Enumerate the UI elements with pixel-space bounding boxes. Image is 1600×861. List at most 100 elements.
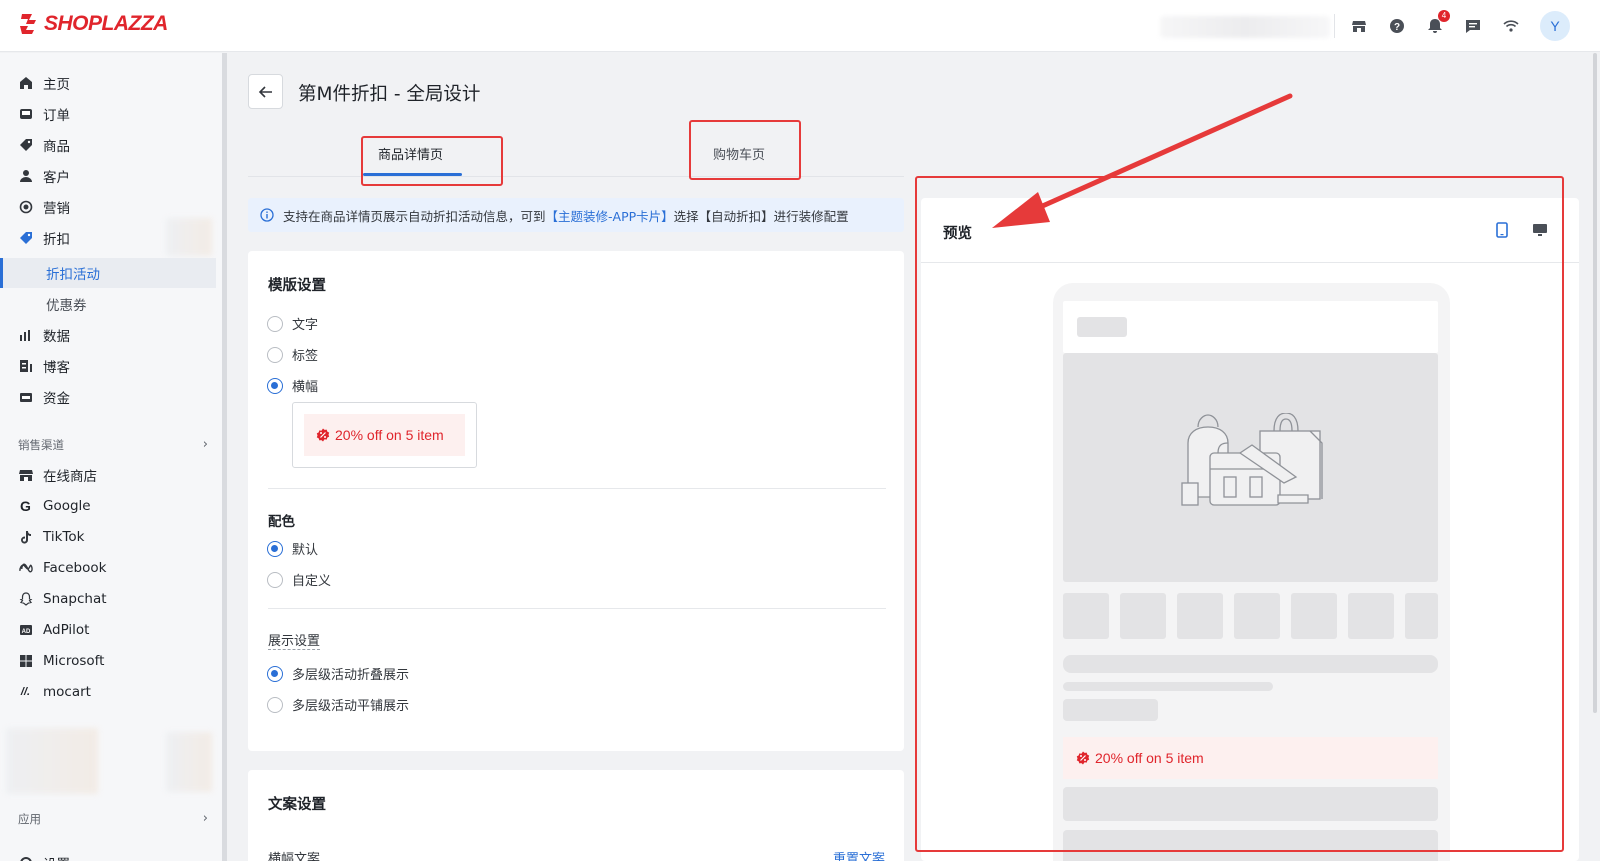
- thumbnail-placeholder: [1405, 593, 1438, 639]
- sidebar-item-coupons[interactable]: 优惠券: [0, 289, 216, 319]
- back-button[interactable]: [248, 74, 283, 109]
- sidebar-item-analytics[interactable]: 数据: [0, 320, 216, 350]
- sales-channels-header[interactable]: 销售渠道 ›: [18, 437, 208, 453]
- sidebar-item-label: 订单: [43, 108, 70, 124]
- logo-mark-icon: [20, 14, 36, 34]
- radio-display-collapsed[interactable]: 多层级活动折叠展示: [267, 664, 409, 683]
- thumbnail-placeholder: [1177, 593, 1223, 639]
- wifi-icon[interactable]: [1500, 15, 1522, 37]
- discount-badge-icon: [1076, 751, 1090, 765]
- radio-circle[interactable]: [267, 696, 283, 713]
- blurred-region: [6, 728, 98, 794]
- sidebar-item-customers[interactable]: 客户: [0, 161, 216, 191]
- discount-icon: [18, 231, 33, 246]
- sidebar-item-blog[interactable]: 博客: [0, 351, 216, 381]
- radio-circle-checked[interactable]: [267, 665, 283, 682]
- desktop-view-icon[interactable]: [1530, 220, 1550, 240]
- active-tab-indicator: [363, 173, 462, 176]
- blurred-region: [166, 732, 212, 792]
- discount-badge-icon: [316, 428, 330, 442]
- preview-promo-banner: 20% off on 5 item: [1063, 737, 1438, 779]
- sidebar-item-label: 在线商店: [43, 469, 97, 485]
- template-settings-title: 模版设置: [268, 278, 326, 294]
- chevron-right-icon: ›: [202, 437, 208, 452]
- target-icon: [18, 200, 33, 215]
- sidebar-item-snapchat[interactable]: Snapchat: [0, 584, 216, 614]
- sidebar-item-finance[interactable]: 资金: [0, 382, 216, 412]
- thumbnail-placeholder: [1120, 593, 1166, 639]
- sidebar-item-products[interactable]: 商品: [0, 130, 216, 160]
- radio-text[interactable]: 文字: [267, 314, 318, 333]
- sidebar-item-google[interactable]: G Google: [0, 491, 216, 521]
- annotation-arrow-icon: [992, 93, 1293, 228]
- sidebar-item-tiktok[interactable]: TikTok: [0, 522, 216, 552]
- sidebar-item-label: TikTok: [43, 529, 85, 545]
- microsoft-icon: [18, 654, 33, 669]
- snapchat-icon: [18, 592, 33, 607]
- info-banner: 支持在商品详情页展示自动折扣活动信息，可到【主题装修-APP卡片】选择【自动折扣…: [248, 198, 904, 232]
- tab-product-detail[interactable]: 商品详情页: [378, 144, 443, 163]
- radio-color-custom[interactable]: 自定义: [267, 570, 331, 589]
- gear-icon: [18, 856, 33, 861]
- sidebar-item-adpilot[interactable]: AD AdPilot: [0, 615, 216, 645]
- shoplazza-logo[interactable]: SHOPLAZZA: [18, 12, 168, 36]
- sidebar-scrollbar[interactable]: [222, 53, 227, 861]
- mocart-icon: //.: [20, 686, 31, 698]
- radio-circle-checked[interactable]: [267, 540, 283, 557]
- radio-circle[interactable]: [267, 315, 283, 332]
- section-divider: [268, 608, 886, 609]
- skeleton-line: [1063, 655, 1438, 673]
- sidebar-item-label: 折扣活动: [46, 267, 100, 283]
- blurred-region: [166, 218, 212, 256]
- radio-banner[interactable]: 横幅: [267, 376, 318, 395]
- bar-chart-icon: [18, 328, 33, 343]
- user-icon: [18, 169, 33, 184]
- apps-header[interactable]: 应用 ›: [18, 811, 208, 827]
- sidebar-item-facebook[interactable]: Facebook: [0, 553, 216, 583]
- topbar-divider: [1334, 14, 1335, 38]
- sidebar-item-settings[interactable]: 设置: [0, 848, 216, 861]
- info-text: 支持在商品详情页展示自动折扣活动信息，可到【主题装修-APP卡片】选择【自动折扣…: [283, 208, 849, 224]
- sidebar-item-label: Facebook: [43, 560, 107, 576]
- sidebar-item-label: 博客: [43, 360, 70, 376]
- radio-circle[interactable]: [267, 571, 283, 588]
- sidebar-item-home[interactable]: 主页: [0, 68, 216, 98]
- notification-bell-icon[interactable]: 4: [1424, 10, 1450, 37]
- sidebar-item-label: Snapchat: [43, 591, 107, 607]
- promo-banner-sample: 20% off on 5 item: [304, 414, 465, 456]
- sidebar-item-label: Microsoft: [43, 653, 105, 669]
- sidebar-item-label: mocart: [43, 684, 91, 700]
- chat-icon[interactable]: [1462, 15, 1484, 37]
- copy-settings-card: [248, 770, 904, 861]
- thumbnail-placeholder: [1234, 593, 1280, 639]
- sidebar-item-orders[interactable]: 订单: [0, 99, 216, 129]
- page-title: 第M件折扣 - 全局设计: [298, 84, 481, 105]
- info-icon: [260, 208, 274, 222]
- sidebar-item-mocart[interactable]: //. mocart: [0, 677, 216, 707]
- sidebar-item-microsoft[interactable]: Microsoft: [0, 646, 216, 676]
- page-scrollbar[interactable]: [1593, 53, 1597, 713]
- sidebar-item-label: 优惠券: [46, 298, 87, 314]
- sidebar-item-label: 客户: [43, 170, 70, 186]
- svg-text:?: ?: [1394, 22, 1400, 33]
- mobile-view-icon[interactable]: [1492, 220, 1512, 240]
- radio-display-tiled[interactable]: 多层级活动平铺展示: [267, 695, 409, 714]
- sidebar-item-discount-campaigns[interactable]: 折扣活动: [0, 258, 216, 288]
- store-icon: [18, 468, 33, 483]
- blog-icon: [18, 359, 33, 374]
- reset-copy-link[interactable]: 重置文案: [833, 848, 885, 861]
- sidebar-item-label: 资金: [43, 391, 70, 407]
- skeleton-line: [1063, 682, 1273, 691]
- help-icon[interactable]: ?: [1386, 15, 1408, 37]
- radio-label[interactable]: 标签: [267, 345, 318, 364]
- theme-app-card-link[interactable]: 【主题装修-APP卡片】: [546, 209, 674, 224]
- skeleton-price: [1063, 699, 1158, 721]
- radio-color-default[interactable]: 默认: [267, 539, 318, 558]
- radio-circle-checked[interactable]: [267, 377, 283, 394]
- radio-circle[interactable]: [267, 346, 283, 363]
- user-avatar[interactable]: Y: [1540, 11, 1570, 41]
- storefront-icon[interactable]: [1348, 15, 1370, 37]
- sidebar-item-online-store[interactable]: 在线商店: [0, 460, 216, 490]
- tab-cart[interactable]: 购物车页: [713, 144, 765, 163]
- preview-title: 预览: [943, 226, 972, 242]
